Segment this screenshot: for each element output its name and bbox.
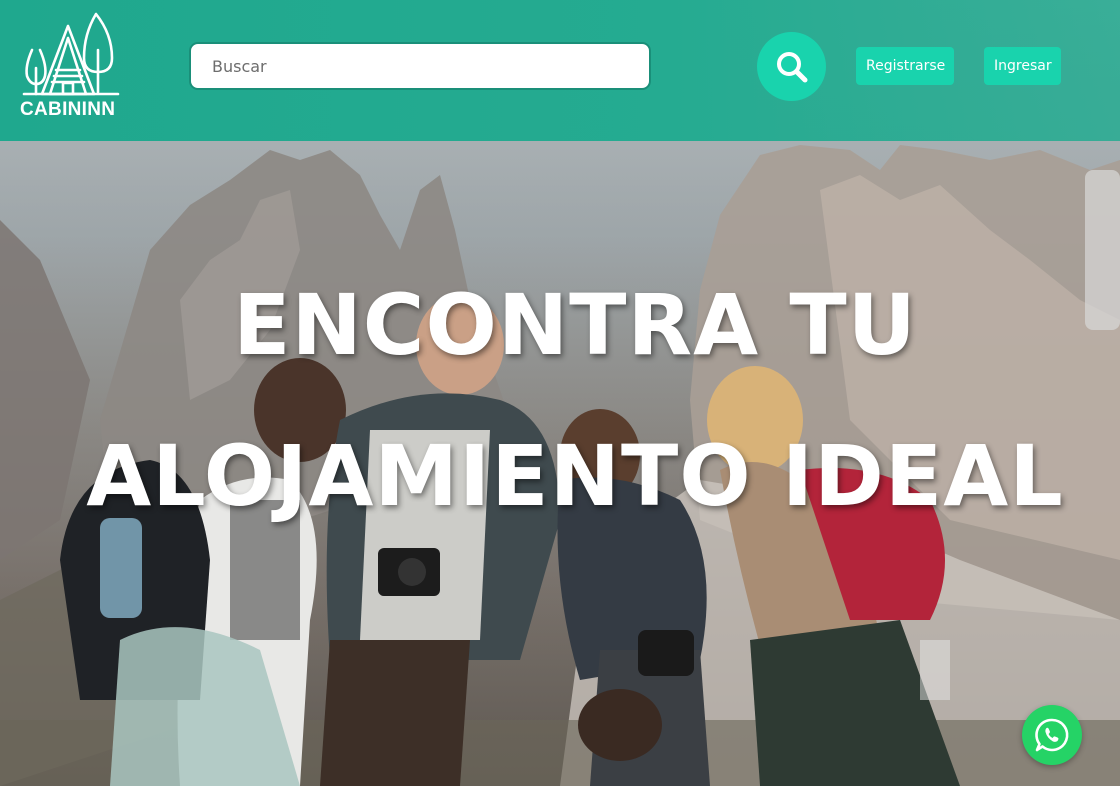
search-icon — [776, 51, 807, 82]
site-header: CABININN Registrarse Ingresar — [0, 0, 1120, 141]
whatsapp-button[interactable] — [1022, 705, 1082, 765]
hero-title-line1: ENCONTRA TU — [233, 276, 917, 374]
search-input[interactable] — [189, 42, 651, 90]
register-button[interactable]: Registrarse — [856, 47, 954, 85]
whatsapp-icon — [1035, 718, 1069, 752]
search-button[interactable] — [757, 32, 826, 101]
hero-title-line2: ALOJAMIENTO IDEAL — [86, 427, 1064, 525]
brand-name: CABININN — [20, 99, 116, 120]
login-button[interactable]: Ingresar — [984, 47, 1061, 85]
